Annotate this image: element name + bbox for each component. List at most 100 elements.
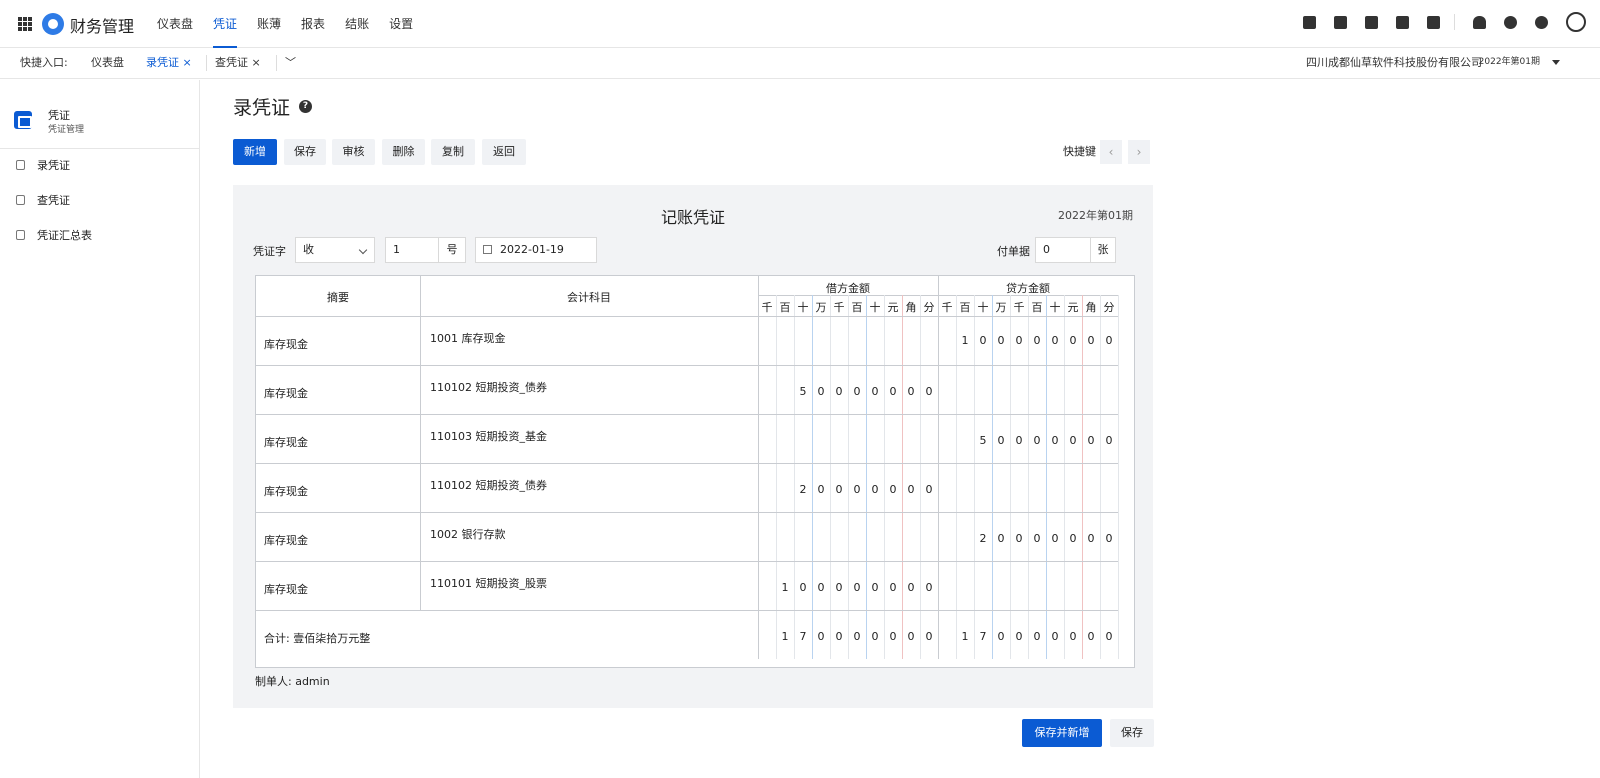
save-and-new-button[interactable]: 保存并新增 [1022, 719, 1102, 747]
digit-divider [1082, 295, 1083, 659]
credit-digit-unit: 角 [1085, 301, 1097, 314]
debit-digit: 1 [781, 581, 789, 594]
caret-down-icon[interactable] [1552, 60, 1560, 65]
total-debit-digit: 0 [835, 630, 843, 643]
debit-digit: 0 [925, 483, 933, 496]
gear-icon[interactable] [1535, 15, 1548, 29]
debit-digit: 0 [835, 581, 843, 594]
top-nav-dashboard[interactable]: 仪表盘 [157, 0, 193, 48]
account-cell[interactable]: 110102 短期投资_债券 [430, 477, 547, 493]
summary-cell[interactable]: 库存现金 [264, 532, 308, 548]
contacts-icon[interactable] [1396, 15, 1409, 29]
voucher-table: 摘要 会计科目 借方金额 贷方金额 千千百百十十万万千千百百十十元元角角分分库存… [255, 275, 1135, 668]
help-icon[interactable]: ? [299, 100, 312, 113]
top-nav-settings[interactable]: 设置 [389, 0, 413, 48]
credit-digit: 0 [1105, 532, 1113, 545]
account-cell[interactable]: 110102 短期投资_债券 [430, 379, 547, 395]
top-nav-voucher[interactable]: 凭证 [213, 0, 238, 48]
debit-digit: 0 [817, 483, 825, 496]
new-button[interactable]: 新增 [233, 139, 277, 165]
back-button[interactable]: 返回 [482, 139, 526, 165]
audit-button[interactable]: 审核 [332, 139, 375, 165]
digit-divider [1028, 295, 1029, 659]
sidebar-item-enter-voucher[interactable]: 录凭证 [16, 156, 70, 176]
credit-digit: 0 [1105, 434, 1113, 447]
voucher-date-input[interactable]: 2022-01-19 [475, 237, 597, 263]
credit-digit: 0 [997, 334, 1005, 347]
voucher-number-input[interactable]: 1 [385, 237, 439, 263]
voucher-panel: 记账凭证 2022年第01期 凭证字 收 1 号 2022-01-19 付单据 … [233, 185, 1153, 708]
summary-cell[interactable]: 库存现金 [264, 483, 308, 499]
app-grid-icon[interactable] [18, 17, 32, 31]
task-check-icon[interactable] [1303, 15, 1316, 29]
voucher-date-value: 2022-01-19 [500, 243, 564, 256]
tabs-more-chevron-icon[interactable]: ﹀ [285, 48, 296, 79]
bell-icon[interactable] [1473, 15, 1486, 29]
credit-digit: 0 [997, 532, 1005, 545]
account-cell[interactable]: 1001 库存现金 [430, 330, 506, 346]
digit-divider [992, 295, 993, 659]
user-upload-icon[interactable] [1334, 15, 1347, 29]
credit-digit: 0 [1033, 334, 1041, 347]
digit-divider [884, 295, 885, 659]
debit-header[interactable]: 借方金额 [758, 280, 938, 296]
account-cell[interactable]: 110103 短期投资_基金 [430, 428, 547, 444]
total-credit-digit: 0 [1087, 630, 1095, 643]
row-divider [256, 512, 1118, 513]
top-icons [1285, 12, 1586, 32]
credit-header[interactable]: 贷方金额 [938, 280, 1118, 296]
bottom-save-button[interactable]: 保存 [1110, 719, 1154, 747]
help-circle-icon[interactable] [1504, 15, 1517, 29]
debit-digit-unit: 元 [887, 301, 899, 314]
calculator-icon[interactable] [1365, 15, 1378, 29]
account-cell[interactable]: 110101 短期投资_股票 [430, 575, 547, 591]
debit-digit-unit: 十 [797, 301, 809, 314]
column-divider [420, 276, 421, 610]
voucher-word-select[interactable]: 收 [295, 237, 375, 263]
top-nav-reports[interactable]: 报表 [301, 0, 325, 48]
credit-digit: 0 [979, 334, 987, 347]
summary-cell[interactable]: 库存现金 [264, 336, 308, 352]
tab-dashboard[interactable]: 仪表盘 [91, 48, 124, 79]
shortcut-keys-link[interactable]: 快捷键 [1063, 139, 1096, 165]
account-cell[interactable]: 1002 银行存款 [430, 526, 506, 542]
total-credit-digit: 0 [1051, 630, 1059, 643]
top-nav-closing[interactable]: 结账 [345, 0, 369, 48]
tab-query-voucher[interactable]: 查凭证 × [215, 48, 261, 79]
attachment-unit: 张 [1090, 237, 1116, 263]
attachment-count-input[interactable]: 0 [1035, 237, 1091, 263]
debit-digit: 0 [871, 483, 879, 496]
summary-cell[interactable]: 库存现金 [264, 434, 308, 450]
sidebar-item-voucher-summary[interactable]: 凭证汇总表 [16, 226, 92, 246]
debit-digit-unit: 万 [815, 301, 827, 314]
debit-digit-unit: 十 [869, 301, 881, 314]
account-header: 会计科目 [567, 291, 611, 304]
top-nav: 仪表盘 凭证 账薄 报表 结账 设置 [157, 0, 433, 48]
digit-divider [848, 295, 849, 659]
summary-cell[interactable]: 库存现金 [264, 581, 308, 597]
total-debit-digit: 0 [871, 630, 879, 643]
credit-digit: 0 [1069, 434, 1077, 447]
debit-digit-unit: 千 [761, 301, 773, 314]
debit-digit: 0 [799, 581, 807, 594]
sidebar-item-query-voucher[interactable]: 查凭证 [16, 191, 70, 211]
period-selector[interactable]: 2022年第01期 [1479, 48, 1540, 77]
summary-cell[interactable]: 库存现金 [264, 385, 308, 401]
calendar-icon[interactable] [1427, 15, 1440, 29]
sidebar: 凭证 凭证管理 录凭证 查凭证 凭证汇总表 [0, 80, 200, 778]
copy-button[interactable]: 复制 [431, 139, 475, 165]
voucher-word-value: 收 [303, 243, 314, 256]
credit-digit: 0 [1015, 434, 1023, 447]
prev-voucher-icon[interactable]: ‹ [1100, 140, 1122, 164]
debit-digit: 2 [799, 483, 807, 496]
credit-digit-unit: 百 [1031, 301, 1043, 314]
total-credit-digit: 0 [1105, 630, 1113, 643]
top-nav-ledger[interactable]: 账薄 [257, 0, 281, 48]
credit-digit: 0 [1087, 532, 1095, 545]
tab-enter-voucher[interactable]: 录凭证 × [146, 48, 192, 79]
delete-button[interactable]: 删除 [382, 139, 425, 165]
save-button[interactable]: 保存 [284, 139, 326, 165]
debit-digit: 0 [835, 483, 843, 496]
next-voucher-icon[interactable]: › [1128, 140, 1150, 164]
user-avatar-icon[interactable] [1566, 12, 1586, 32]
